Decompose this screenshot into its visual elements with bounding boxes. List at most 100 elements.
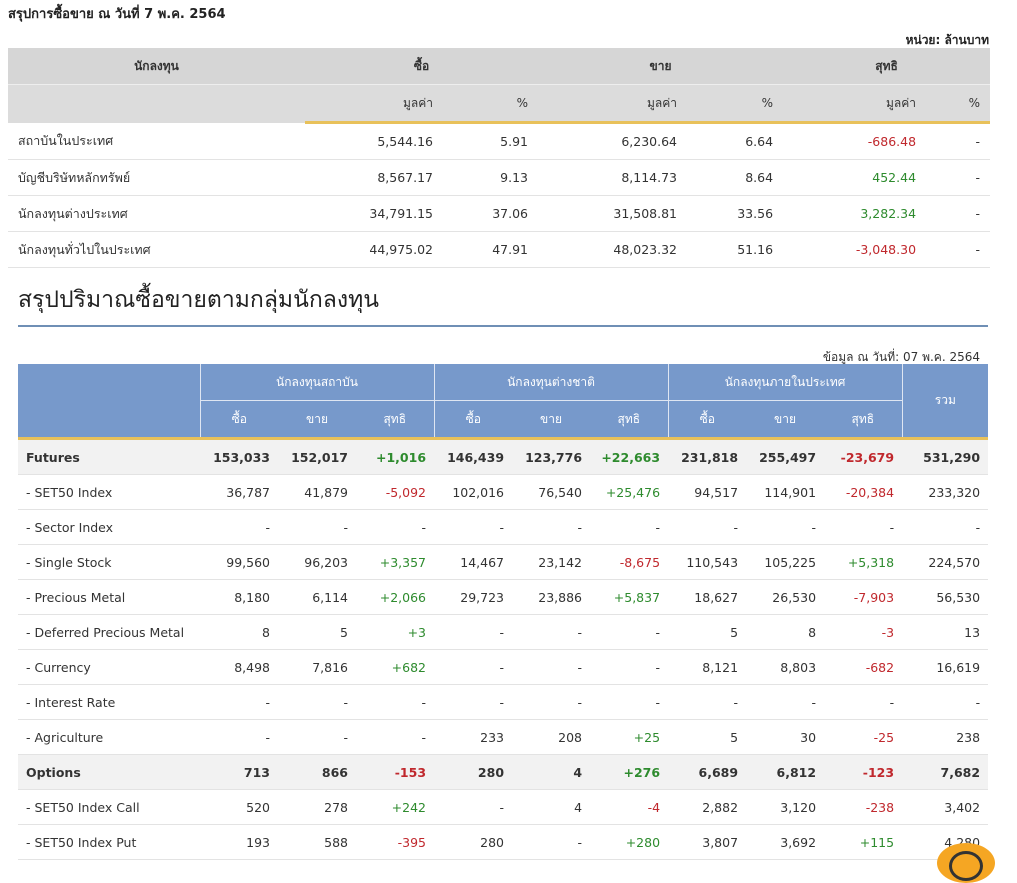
table-row: - Deferred Precious Metal 8 5 +3- - -5 8 -3 13	[18, 614, 989, 650]
group-section-title: สรุปปริมาณซื้อขายตามกลุ่มนักลงทุน	[18, 287, 379, 313]
cell-value: 5	[668, 614, 747, 650]
cell-value: 56,530	[902, 579, 989, 615]
cell-value: -	[902, 684, 989, 720]
cell-value: 114,901	[746, 474, 825, 510]
cell-value: 14,467	[434, 544, 513, 580]
product-name: - SET50 Index Put	[18, 824, 200, 860]
cell-value: -	[590, 614, 669, 650]
cell-value: +3,357	[356, 544, 435, 580]
cell-value: -682	[824, 649, 903, 685]
cell-value: -395	[356, 824, 435, 860]
product-name: - SET50 Index	[18, 474, 200, 510]
cell-value: 231,818	[668, 438, 747, 475]
section-divider	[18, 325, 988, 327]
header-blank	[8, 84, 305, 123]
cell-value: -	[746, 509, 825, 545]
cell-value: 5	[278, 614, 356, 650]
cell-value: -	[668, 684, 747, 720]
table-row: - Single Stock 99,560 96,203 +3,357 14,467 23…	[18, 544, 989, 580]
product-name: - Single Stock	[18, 544, 200, 580]
cell-value: -	[434, 684, 513, 720]
product-name: - Agriculture	[18, 719, 200, 755]
cell-value: -20,384	[824, 474, 903, 510]
table-row: - Sector Index - - - - - - - - - -	[18, 509, 989, 545]
cell-value: -	[278, 684, 356, 720]
cell-value: 36,787	[200, 474, 278, 510]
cell-value: 4	[512, 789, 591, 825]
cell-value: +25,476	[590, 474, 669, 510]
subheader-net: สุทธิ	[824, 400, 903, 440]
cell-value: 30	[746, 719, 825, 755]
subheader-sell: ขาย	[278, 400, 356, 440]
cell-value: 123,776	[512, 438, 591, 475]
cell-value: +5,318	[824, 544, 903, 580]
cell-value: 146,439	[434, 438, 513, 475]
table-row: - Interest Rate - - - - - - - - - -	[18, 684, 989, 720]
cell-value: -	[200, 684, 278, 720]
sell-value: 6,230.64	[538, 122, 688, 160]
cell-value: -	[356, 719, 435, 755]
cell-value: 29,723	[434, 579, 513, 615]
cell-value: -	[356, 684, 435, 720]
net-pct: -	[926, 122, 991, 160]
cell-value: -8,675	[590, 544, 669, 580]
cell-value: 8	[746, 614, 825, 650]
chat-widget-icon[interactable]	[937, 843, 995, 883]
table-row: นักลงทุนทั่วไปในประเทศ 44,975.02 47.91 48,0…	[8, 231, 991, 268]
cell-value: 520	[200, 789, 278, 825]
cell-value: -	[434, 614, 513, 650]
cell-value: -	[824, 684, 903, 720]
cell-value: 193	[200, 824, 278, 860]
cell-value: 23,886	[512, 579, 591, 615]
cell-value: 233	[434, 719, 513, 755]
cell-value: -	[200, 509, 278, 545]
cell-value: 280	[434, 754, 513, 790]
table-row: - Precious Metal 8,180 6,114 +2,066 29,723 23…	[18, 579, 989, 615]
cell-value: 96,203	[278, 544, 356, 580]
cell-value: 110,543	[668, 544, 747, 580]
table-row: นักลงทุนต่างประเทศ 34,791.15 37.06 31,508.8…	[8, 195, 991, 232]
net-value: 3,282.34	[783, 195, 927, 232]
cell-value: 3,692	[746, 824, 825, 860]
product-name: Options	[18, 754, 200, 790]
net-value: -3,048.30	[783, 231, 927, 268]
buy-pct: 47.91	[443, 231, 539, 268]
cell-value: -	[278, 719, 356, 755]
cell-value: 866	[278, 754, 356, 790]
cell-value: -	[902, 509, 989, 545]
header-net-pct: %	[926, 84, 991, 124]
header-blank	[18, 364, 200, 440]
table-row: - Currency 8,498 7,816 +682- - -8,121 8,803 -68…	[18, 649, 989, 685]
cell-value: -123	[824, 754, 903, 790]
cell-value: -23,679	[824, 438, 903, 475]
cell-value: +25	[590, 719, 669, 755]
product-name: - Precious Metal	[18, 579, 200, 615]
buy-value: 44,975.02	[305, 231, 443, 268]
cell-value: 7,682	[902, 754, 989, 790]
cell-value: -	[668, 509, 747, 545]
header-buy: ซื้อ	[305, 48, 539, 85]
cell-value: 255,497	[746, 438, 825, 475]
subheader-sell: ขาย	[512, 400, 591, 440]
cell-value: -	[434, 509, 513, 545]
cell-value: 8	[200, 614, 278, 650]
summary-title: สรุปการซื้อขาย ณ วันที่ 7 พ.ค. 2564	[8, 7, 226, 22]
cell-value: -	[512, 614, 591, 650]
sell-pct: 33.56	[687, 195, 784, 232]
sell-value: 48,023.32	[538, 231, 688, 268]
cell-value: 531,290	[902, 438, 989, 475]
cell-value: 6,812	[746, 754, 825, 790]
cell-value: 224,570	[902, 544, 989, 580]
cell-value: +276	[590, 754, 669, 790]
header-institutional: นักลงทุนสถาบัน	[199, 364, 435, 401]
net-value: -686.48	[783, 122, 927, 160]
header-net-value: มูลค่า	[783, 84, 927, 124]
cell-value: -5,092	[356, 474, 435, 510]
cell-value: -25	[824, 719, 903, 755]
cell-value: 99,560	[200, 544, 278, 580]
cell-value: 26,530	[746, 579, 825, 615]
table-row: Futures 153,033 152,017 +1,016 146,439 123,77…	[18, 438, 989, 475]
table-row: - Agriculture - - -233 208 +25 5 30 -25 238	[18, 719, 989, 755]
cell-value: 102,016	[434, 474, 513, 510]
sell-value: 31,508.81	[538, 195, 688, 232]
